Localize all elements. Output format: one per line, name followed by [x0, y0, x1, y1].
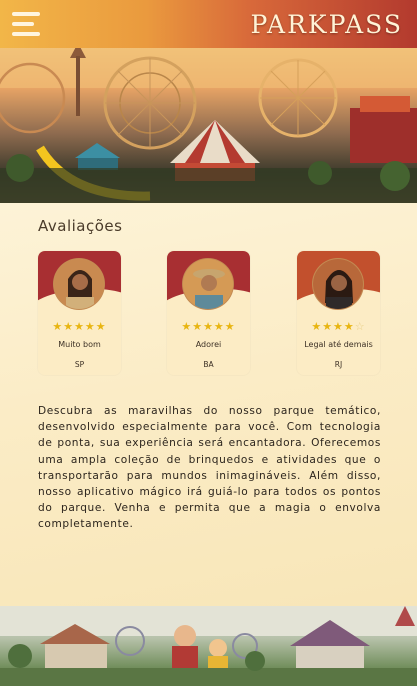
review-state: BA	[203, 360, 214, 369]
park-description: Descubra as maravilhas do nosso parque t…	[38, 405, 381, 531]
avatar	[182, 258, 234, 310]
review-card: ★★★★★ Muito bom SP	[38, 251, 121, 375]
footer-illustration	[0, 606, 417, 686]
rating-stars: ★★★★★	[52, 320, 107, 333]
review-label: Legal até demais	[304, 340, 373, 349]
avatar	[53, 258, 105, 310]
brand-title: PARKPASS	[250, 9, 403, 39]
review-label: Muito bom	[58, 340, 101, 349]
review-card: ★★★★★ Adorei BA	[167, 251, 250, 375]
review-label: Adorei	[195, 340, 222, 349]
app-header: PARKPASS	[0, 0, 417, 48]
hero-banner-image	[0, 48, 417, 203]
hamburger-menu-icon[interactable]	[12, 12, 42, 36]
review-state: RJ	[334, 360, 343, 369]
amusement-park-illustration	[0, 48, 417, 203]
avatar	[312, 258, 364, 310]
rating-stars: ★★★★★	[181, 320, 236, 333]
park-village-illustration	[0, 606, 417, 686]
review-state: SP	[74, 360, 85, 369]
reviews-title: Avaliações	[38, 217, 123, 235]
main-content: Avaliações ★★★★★ Muito bom SP ★★★★★ Ador…	[0, 203, 417, 606]
rating-stars: ★★★★☆	[311, 320, 366, 333]
review-card: ★★★★☆ Legal até demais RJ	[297, 251, 380, 375]
